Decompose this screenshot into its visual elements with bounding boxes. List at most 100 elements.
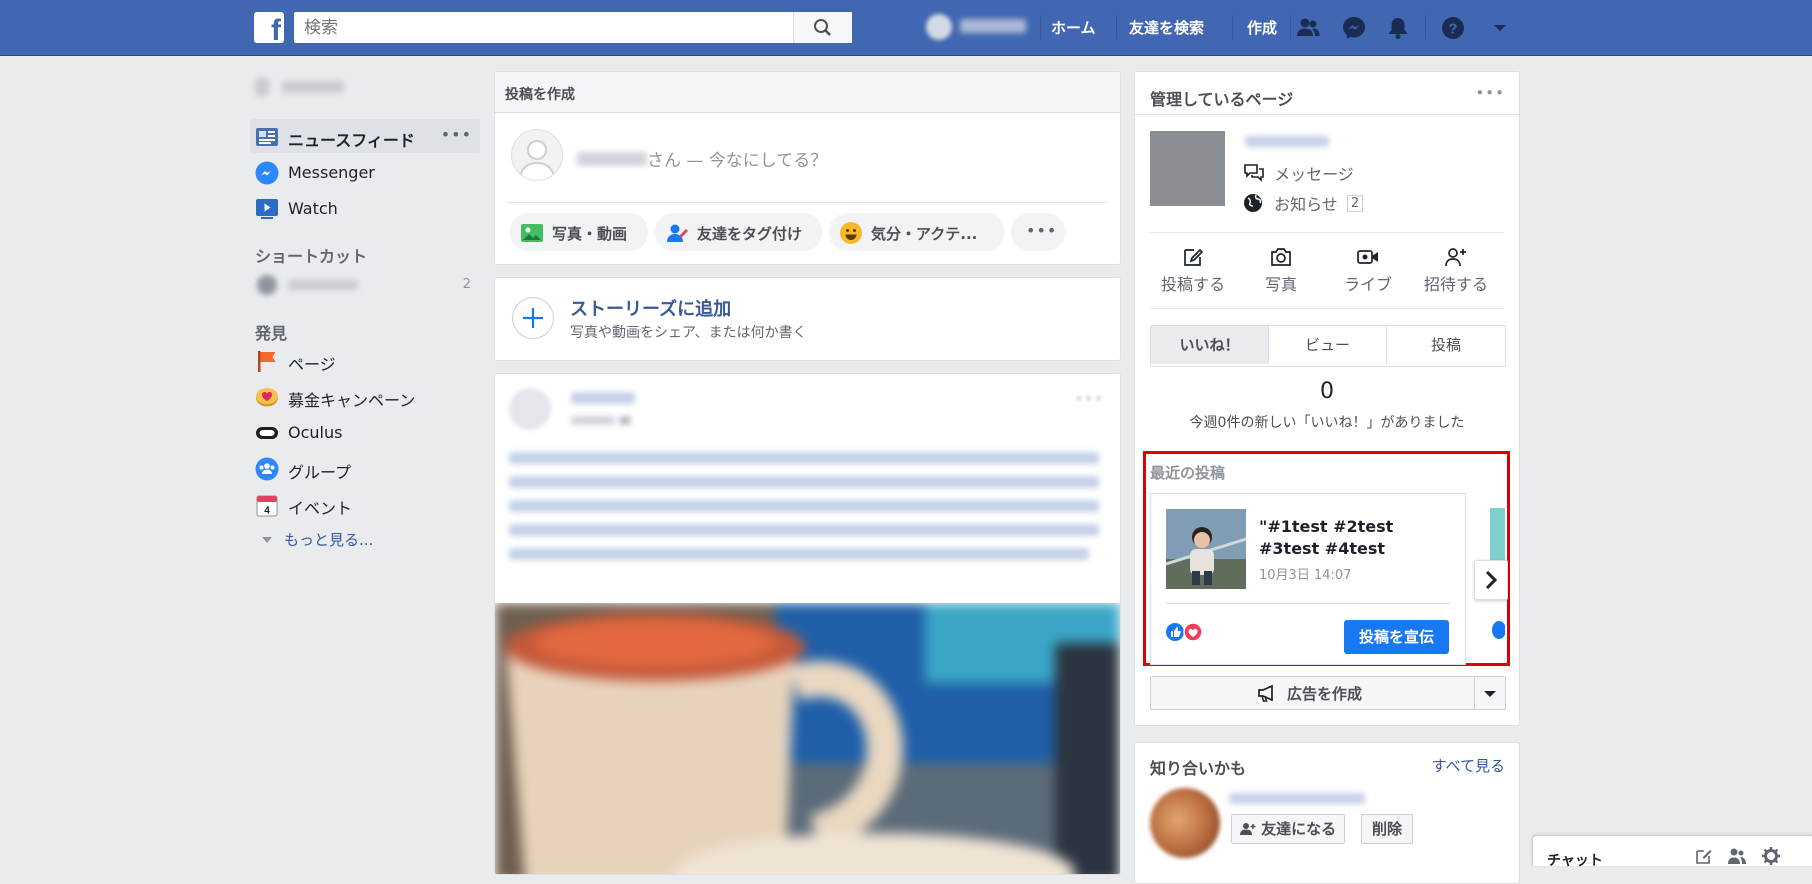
plus-icon [523,308,543,328]
chevron-down-icon [262,536,272,543]
facebook-logo[interactable]: f [254,12,284,46]
tag-friends-button[interactable]: 友達をタグ付け [655,213,822,251]
messages-label: メッセージ [1274,165,1354,184]
settings-gear-icon[interactable] [1761,846,1781,866]
feed-post: ••• [494,373,1121,875]
nav-divider [1425,15,1426,39]
composer-prompt[interactable]: さん — 今なにしてる？ [577,146,827,171]
add-to-story-card[interactable]: ストーリーズに追加 写真や動画をシェア、または何か書く [494,277,1121,361]
calendar-icon: 4 [256,495,278,517]
likes-count: 0 [1320,379,1334,404]
coffee-cup-photo [495,603,1120,874]
compose-icon [1184,248,1204,266]
more-options-icon[interactable]: ••• [1475,84,1505,102]
page-post-button[interactable]: 投稿する [1153,245,1233,295]
create-ad-dropdown[interactable] [1475,677,1505,709]
create-group-icon[interactable] [1727,847,1747,865]
avatar [255,77,269,96]
add-friend-button[interactable]: 友達になる [1231,814,1346,844]
search-input[interactable] [302,16,786,40]
chevron-down-icon [1484,691,1496,697]
flag-icon [258,351,276,372]
account-menu-chevron-icon[interactable] [1486,14,1514,42]
sidebar-item-events[interactable]: 4 イベント [250,487,480,521]
sidebar-item-label: 募金キャンペーン [288,391,416,410]
nav-divider [1232,15,1233,39]
see-more-link[interactable]: もっと見る... [262,529,373,550]
profile-name-blurred [960,19,1026,33]
shortcut-count: 2 [462,277,471,292]
groups-icon [255,457,279,481]
reactions[interactable] [1166,622,1204,646]
carousel-next-button[interactable] [1474,560,1508,600]
more-options-button[interactable]: ••• [1011,213,1065,251]
globe-icon [1244,194,1262,212]
people-you-may-know-panel: 知り合いかも すべて見る 友達になる 削除 [1134,742,1520,884]
divider [1150,308,1504,309]
left-nav-profile[interactable] [255,76,345,96]
nav-profile-link[interactable] [922,12,1034,43]
post-options-icon[interactable]: ••• [1074,390,1104,408]
page-notifications-link[interactable]: お知らせ 2 [1243,191,1364,215]
chat-label: チャット [1547,853,1603,869]
friend-requests-icon[interactable] [1294,14,1322,42]
button-label: 気分・アクテ... [871,225,978,243]
recent-posts-title: 最近の投稿 [1150,464,1226,482]
audience-icon [619,416,631,425]
post-time-blurred [571,416,615,425]
button-label: 写真・動画 [552,225,628,243]
notifications-bell-icon[interactable] [1384,14,1412,42]
search-icon [814,19,831,36]
page-name-blurred [1245,136,1329,147]
sidebar-item-fundraisers[interactable]: 募金キャンペーン [250,379,480,413]
nav-find-friends[interactable]: 友達を検索 [1129,17,1204,38]
shortcut-item[interactable]: 2 [255,273,471,297]
tab-views[interactable]: ビュー [1269,326,1387,364]
composer-prompt-text: さん — 今なにしてる？ [647,151,828,171]
pymk-title: 知り合いかも [1150,759,1247,778]
remove-suggestion-button[interactable]: 削除 [1361,814,1414,844]
chat-bubbles-icon [1244,164,1264,182]
messenger-icon [255,161,279,185]
suggested-friend-avatar[interactable] [1150,788,1220,858]
divider [1150,232,1504,233]
new-message-icon[interactable] [1695,847,1713,865]
search-button[interactable] [793,12,852,43]
page-profile-picture[interactable] [1150,131,1225,206]
feeling-activity-button[interactable]: 気分・アクテ... [829,213,1004,251]
sidebar-item-pages[interactable]: ページ [250,343,480,377]
post-photo[interactable] [495,603,1120,874]
news-feed-icon [256,128,278,146]
watch-icon [256,199,278,219]
shortcut-name-blurred [288,280,358,290]
promote-post-button[interactable]: 投稿を宣伝 [1344,620,1449,654]
tab-posts[interactable]: 投稿 [1387,326,1505,364]
sidebar-item-watch[interactable]: Watch [250,191,480,225]
sidebar-item-oculus[interactable]: Oculus [250,415,480,449]
messenger-icon[interactable] [1340,14,1368,42]
action-label: 招待する [1423,275,1488,294]
nav-create[interactable]: 作成 [1247,17,1277,38]
search-box[interactable] [294,12,852,43]
create-ad-button[interactable]: 広告を作成 [1151,677,1474,709]
tab-likes[interactable]: いいね！ [1151,326,1269,364]
page-photo-button[interactable]: 写真 [1241,245,1321,295]
photo-video-button[interactable]: 写真・動画 [510,213,648,251]
sidebar-item-messenger[interactable]: Messenger [250,155,480,189]
nav-home[interactable]: ホーム [1051,17,1096,38]
post-thumbnail[interactable] [1166,509,1246,589]
see-all-link[interactable]: すべて見る [1432,755,1505,776]
action-label: 投稿する [1160,275,1225,294]
page-messages-link[interactable]: メッセージ [1243,161,1354,185]
add-story-button[interactable] [512,297,554,339]
sidebar-item-news-feed[interactable]: ニュースフィード ••• [250,119,480,153]
chevron-right-icon [1485,570,1498,590]
page-invite-button[interactable]: 招待する [1416,245,1496,295]
page-live-button[interactable]: ライブ [1328,245,1408,295]
more-options-icon[interactable]: ••• [441,125,472,144]
sidebar-item-groups[interactable]: グループ [250,451,480,485]
story-subtitle: 写真や動画をシェア、または何か書く [570,325,807,341]
post-text-blurred [509,476,1099,488]
help-icon[interactable]: ? [1439,14,1467,42]
chat-bar[interactable]: チャット [1532,835,1812,869]
